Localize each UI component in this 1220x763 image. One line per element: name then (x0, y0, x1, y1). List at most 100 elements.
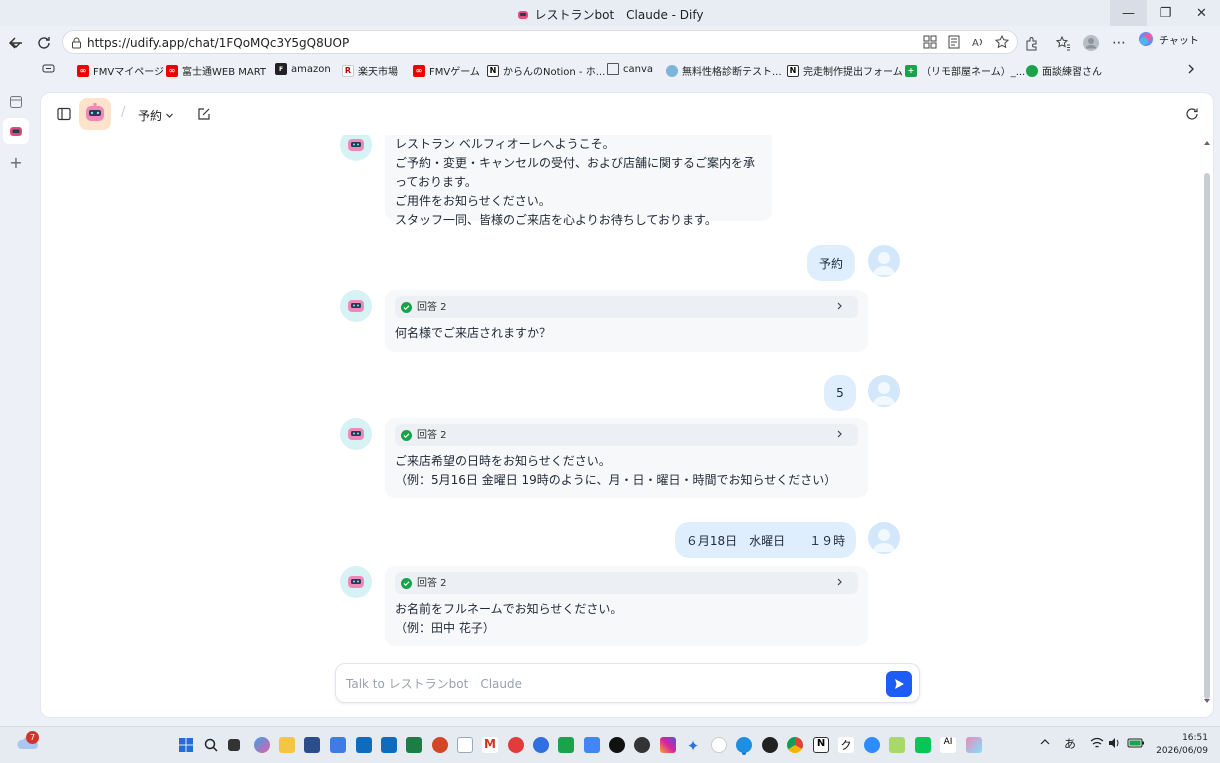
conversation-switcher[interactable]: 予約 (138, 107, 174, 124)
bookmark-item[interactable]: 面談練習さん (1026, 63, 1102, 78)
more-menu-icon[interactable]: ⋯ (1108, 32, 1130, 54)
browser-toolbar: https://udify.app/chat/1FQoMQc3Y5gQ8UOP … (0, 28, 1220, 56)
restore-button[interactable]: ❐ (1147, 0, 1184, 26)
bot-message: 回答 2 ご来店希望の日時をお知らせください。 （例：5月16日 金曜日 19時… (385, 418, 868, 498)
bookmark-item[interactable]: N 完走制作提出フォーム (787, 63, 903, 78)
check-circle-icon (401, 577, 412, 589)
app-icon[interactable] (966, 737, 982, 753)
more-bookmarks-chevron-icon[interactable] (1186, 63, 1196, 75)
tab-actions-icon[interactable] (42, 63, 55, 74)
zoom-icon[interactable] (864, 737, 880, 753)
message-line: 何名様でご来店されますか？ (395, 326, 552, 340)
workflow-status[interactable]: 回答 2 (395, 296, 858, 318)
add-tab-icon[interactable]: + (6, 152, 26, 172)
message-line: ご用件をお知らせください。 (395, 194, 551, 208)
workflow-status[interactable]: 回答 2 (395, 424, 858, 446)
system-clock[interactable]: 16:51 2026/06/09 (1156, 732, 1208, 758)
gmail-icon[interactable]: M (482, 737, 498, 753)
line-icon[interactable] (915, 737, 931, 753)
dify-tab-icon[interactable] (3, 118, 29, 144)
scrollbar-thumb[interactable] (1204, 173, 1210, 699)
search-icon[interactable] (203, 737, 219, 753)
chevron-right-icon (836, 300, 844, 312)
gemini-icon[interactable]: ✦ (685, 737, 701, 755)
copilot-chat-label: チャット (1159, 35, 1199, 47)
chevron-down-icon (165, 111, 174, 120)
app-icon[interactable] (634, 737, 650, 753)
battery-icon[interactable] (1127, 737, 1145, 749)
sheets-icon[interactable] (558, 737, 574, 753)
word-icon[interactable] (381, 737, 397, 753)
bot-favicon-icon (517, 9, 529, 21)
app-icon[interactable] (762, 737, 778, 753)
volume-icon[interactable] (1108, 737, 1122, 749)
start-windows-icon[interactable] (178, 737, 194, 753)
outlook-icon[interactable] (356, 737, 372, 753)
app-icon[interactable] (304, 737, 320, 753)
read-aloud-icon[interactable]: A (971, 35, 985, 49)
app-icon[interactable]: ク (838, 737, 854, 753)
bot-message: レストラン ベルフィオーレへようこそ。 ご予約・変更・キャンセルの受付、および店… (385, 135, 772, 227)
app-icon[interactable] (609, 737, 625, 753)
tray-chevron-icon[interactable] (1040, 737, 1050, 747)
close-window-button[interactable]: ✕ (1183, 0, 1220, 26)
copilot-taskbar-icon[interactable] (254, 737, 270, 753)
bookmark-item[interactable]: ∞ 富士通WEB MART (166, 63, 266, 78)
tab-list-chevron-icon[interactable] (5, 34, 27, 56)
app-icon[interactable] (330, 737, 346, 753)
send-button[interactable] (886, 671, 912, 697)
profile-avatar[interactable] (1080, 32, 1102, 54)
chat-bubble-icon (1026, 64, 1038, 77)
calendar-icon[interactable] (457, 737, 473, 753)
file-explorer-icon[interactable] (279, 737, 295, 753)
app-icon[interactable]: AI (940, 737, 956, 753)
bookmarks-bar: ∞ FMVマイページ ∞ 富士通WEB MART Famazon R 楽天市場 ∞ FM… (0, 42, 1220, 80)
wifi-icon[interactable] (1090, 737, 1104, 749)
sidebar-toggle-icon[interactable] (55, 105, 73, 123)
docs-icon[interactable] (584, 737, 600, 753)
weather-widget[interactable]: 7 (16, 731, 39, 753)
apps-icon[interactable] (923, 35, 937, 49)
check-circle-icon (401, 429, 412, 441)
chrome-icon[interactable] (787, 737, 803, 753)
workflow-status[interactable]: 回答 2 (395, 572, 858, 594)
clock-time: 16:51 (1182, 733, 1208, 743)
extensions-icon[interactable] (1020, 32, 1042, 54)
bookmark-item[interactable]: 無料性格診断テスト... (666, 63, 782, 78)
copilot-chat-button[interactable]: チャット (1138, 31, 1199, 47)
new-chat-icon[interactable] (195, 105, 213, 123)
check-circle-icon (401, 301, 412, 313)
minimize-button[interactable]: — (1110, 0, 1147, 26)
reload-button[interactable] (33, 32, 55, 54)
app-icon[interactable] (508, 737, 524, 753)
address-bar[interactable]: https://udify.app/chat/1FQoMQc3Y5gQ8UOP … (62, 30, 1018, 54)
app-icon[interactable] (533, 737, 549, 753)
powerpoint-icon[interactable] (432, 737, 448, 753)
reader-view-icon[interactable] (947, 35, 961, 49)
bookmark-item[interactable]: R 楽天市場 (342, 63, 398, 78)
chat-scrollbar[interactable] (1203, 135, 1211, 705)
app-icon[interactable] (889, 737, 905, 753)
bookmark-item[interactable]: ∞ FMVゲーム (413, 63, 480, 78)
edge-icon[interactable] (736, 737, 752, 753)
bookmark-item[interactable]: ∞ FMVマイページ (77, 63, 164, 78)
bookmark-item[interactable]: canva (607, 63, 653, 75)
favorite-star-icon[interactable] (995, 35, 1009, 49)
reset-conversation-icon[interactable] (1183, 105, 1201, 123)
excel-icon[interactable] (406, 737, 422, 753)
bookmark-item[interactable]: Famazon (275, 63, 331, 75)
rakuten-icon: R (342, 64, 354, 77)
bookmark-item[interactable]: N からんのNotion - ホ... (487, 63, 605, 78)
task-view-icon[interactable] (228, 739, 240, 751)
ime-indicator[interactable]: あ (1064, 735, 1076, 752)
bookmark-item[interactable]: + （リモ部屋ネーム）_... (905, 63, 1025, 78)
tab-manager-icon[interactable] (6, 92, 26, 112)
app-icon[interactable] (711, 737, 727, 753)
bot-avatar (340, 418, 372, 450)
conversation-name: 予約 (138, 109, 163, 123)
favorites-icon[interactable] (1052, 32, 1074, 54)
notion-icon[interactable]: N (813, 737, 829, 753)
instagram-icon[interactable] (660, 737, 676, 753)
amazon-icon: F (275, 63, 287, 75)
chat-input[interactable] (346, 674, 866, 694)
